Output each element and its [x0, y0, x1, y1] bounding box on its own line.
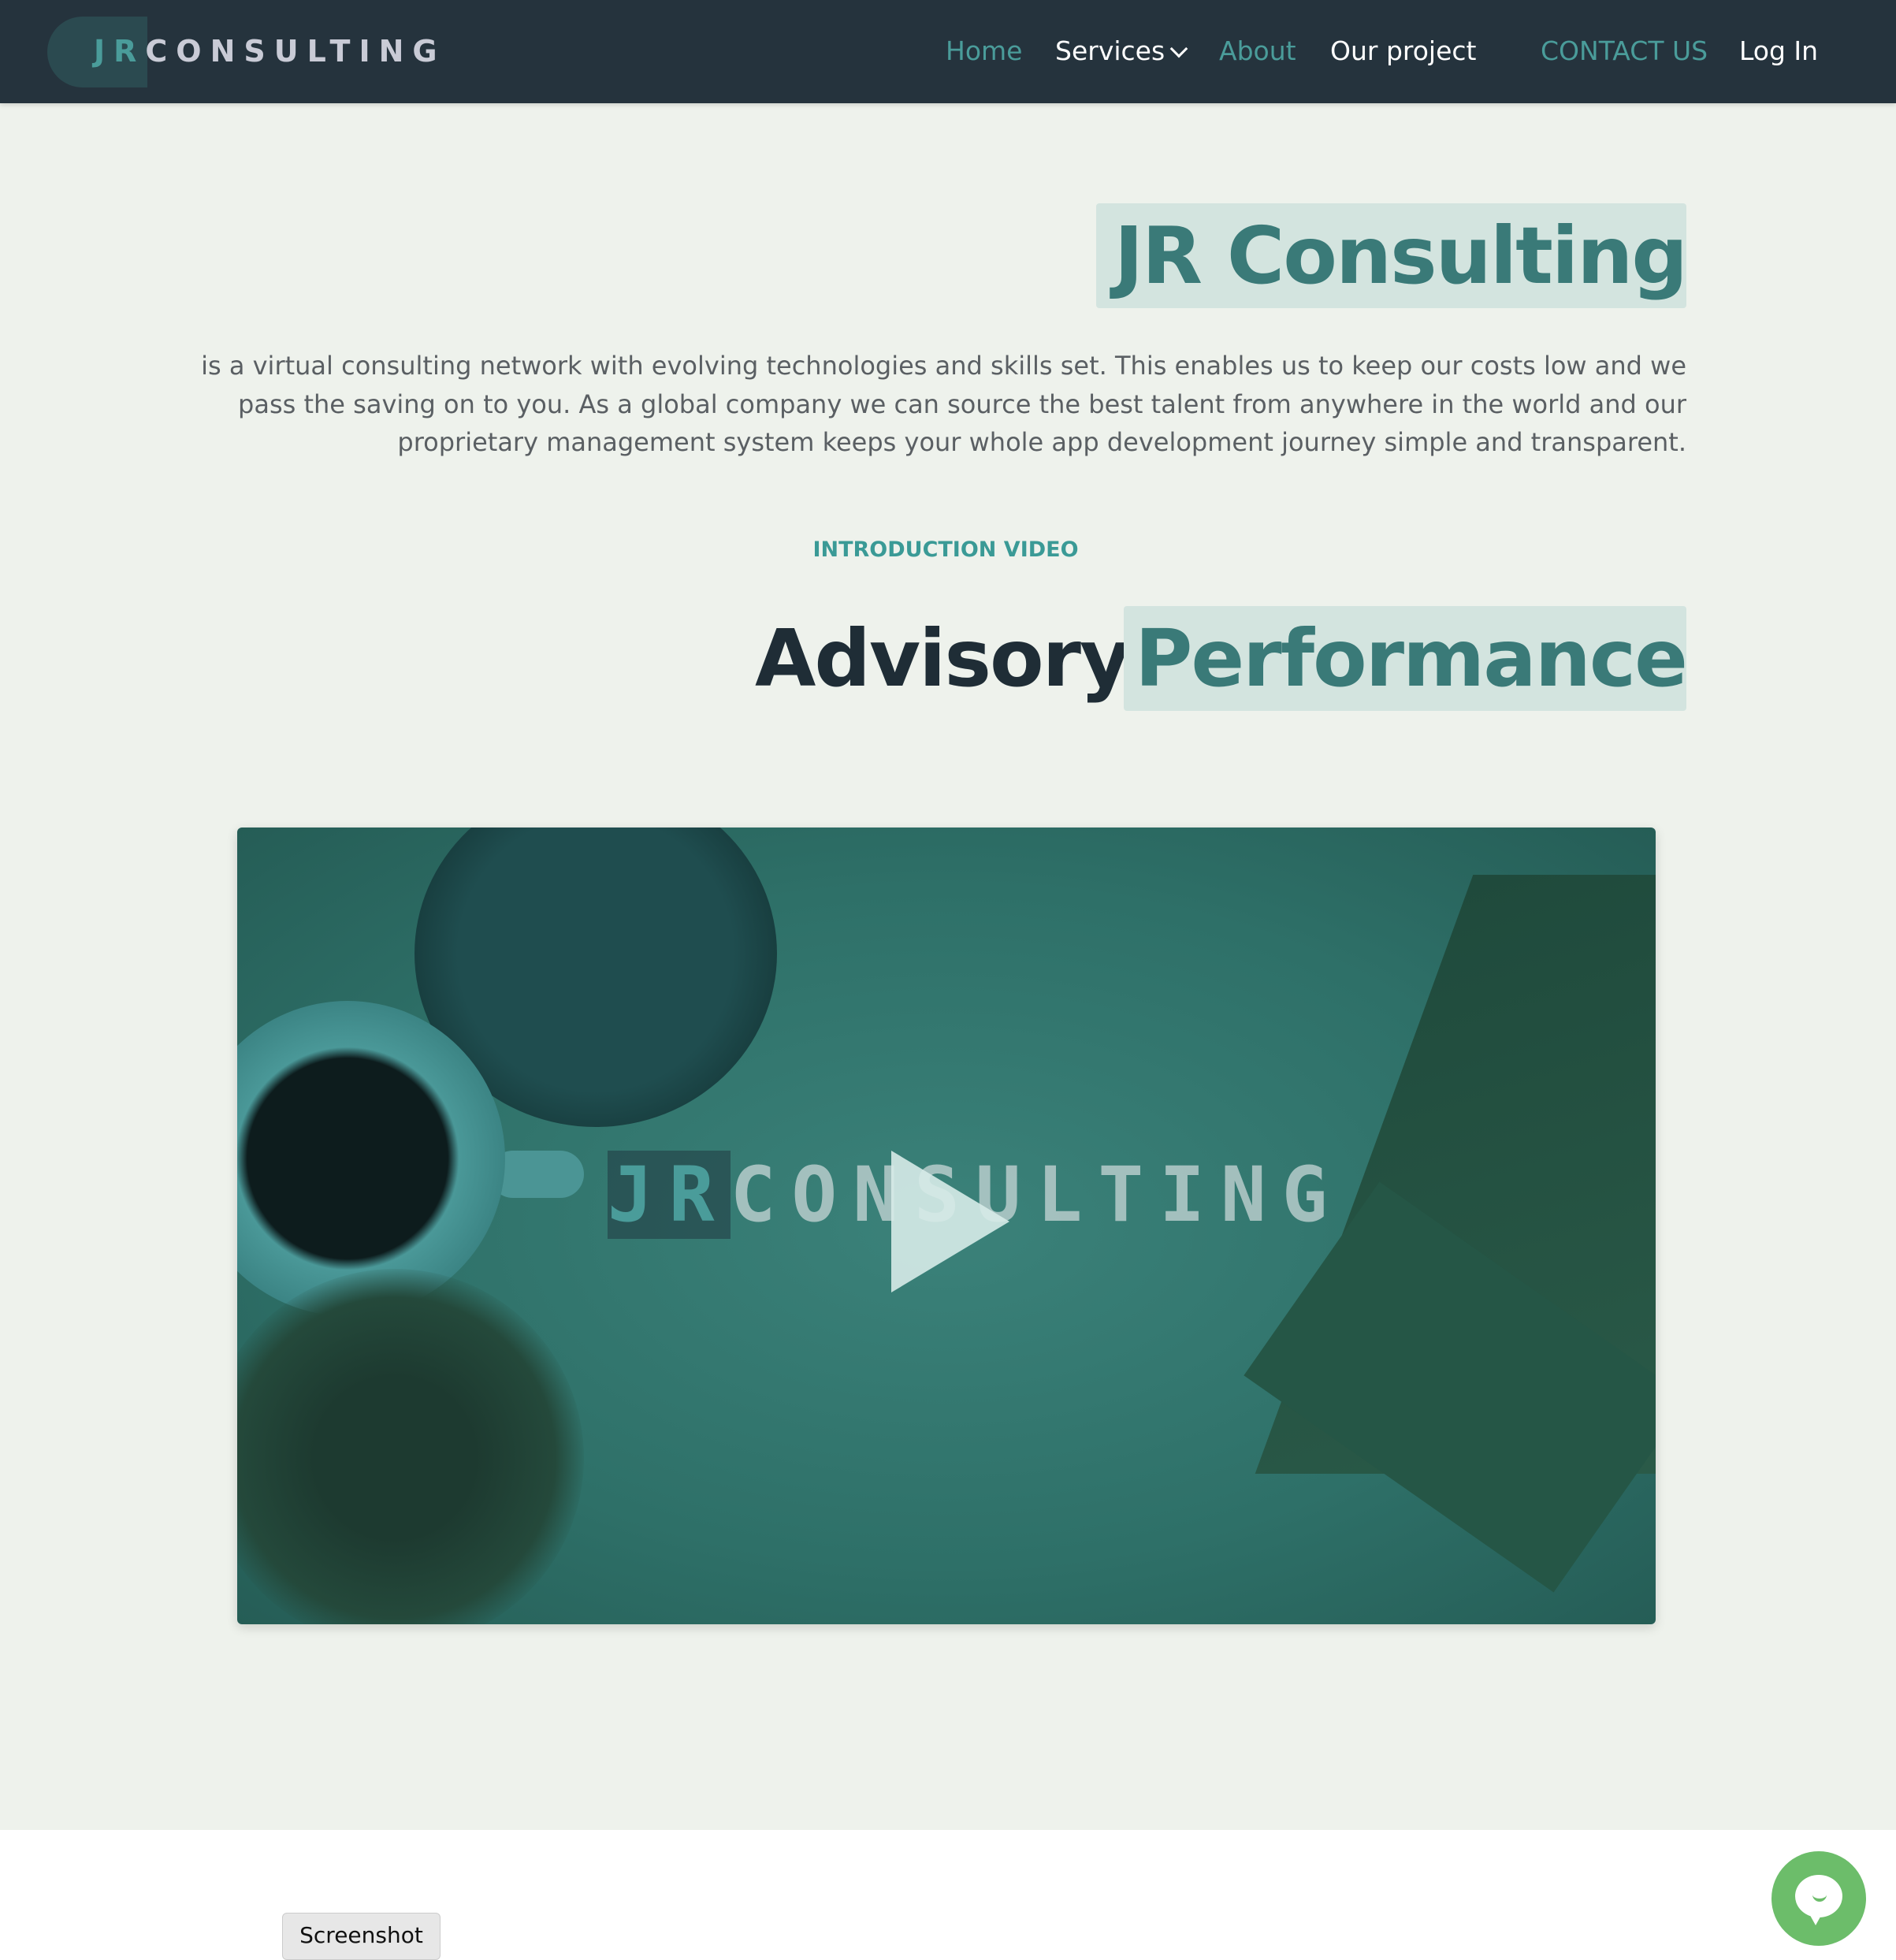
nav-our-project[interactable]: Our project: [1330, 33, 1476, 69]
nav-services[interactable]: Services: [1055, 33, 1188, 69]
nav-home[interactable]: Home: [946, 33, 1022, 69]
screenshot-button[interactable]: Screenshot: [282, 1913, 441, 1960]
nav-services-label: Services: [1055, 35, 1165, 66]
video-thumbnail-plant: [237, 1269, 584, 1624]
hero-description: is a virtual consulting network with evo…: [201, 351, 1686, 457]
video-logo-rest: CONSULTING: [730, 1151, 1344, 1239]
logo-consulting: CONSULTING: [145, 34, 446, 69]
chat-bubble-tail: [1808, 1911, 1824, 1925]
section-eyebrow: INTRODUCTION VIDEO: [812, 537, 1079, 562]
intro-video-player[interactable]: JRCONSULTING: [237, 828, 1656, 1624]
heading-plain: Advisory: [755, 612, 1131, 705]
play-icon[interactable]: [891, 1151, 1009, 1292]
nav-contact-us[interactable]: CONTACT US: [1541, 33, 1708, 69]
chevron-down-icon: [1169, 39, 1188, 58]
video-logo-jr: JR: [608, 1151, 731, 1239]
chat-button[interactable]: [1771, 1851, 1866, 1946]
top-navbar: JRCONSULTING Home Services About Our pro…: [0, 0, 1896, 103]
nav-about[interactable]: About: [1219, 33, 1296, 69]
heading-highlight: Performance: [1135, 612, 1688, 705]
logo[interactable]: JRCONSULTING: [94, 33, 446, 69]
logo-jr: JR: [94, 34, 146, 69]
nav-log-in[interactable]: Log In: [1739, 33, 1818, 69]
page-title: JR Consulting: [1113, 210, 1688, 302]
